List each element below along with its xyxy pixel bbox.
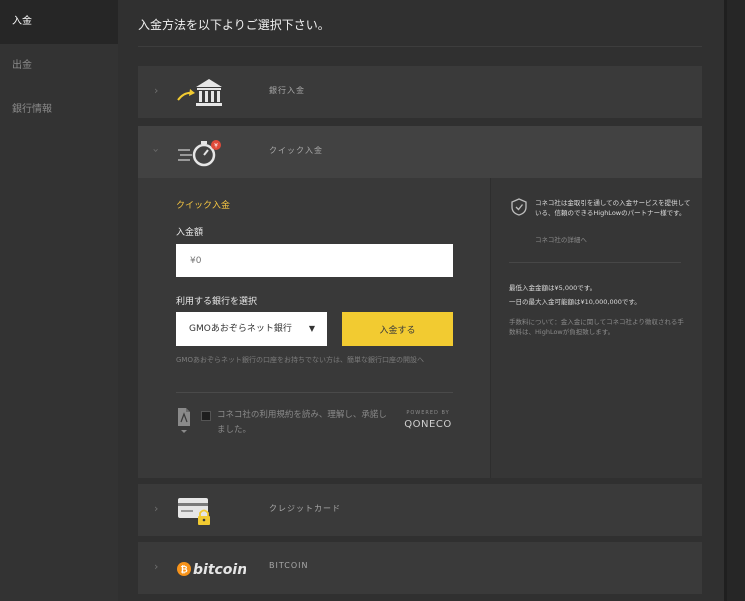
amount-label: 入金額 bbox=[176, 228, 204, 238]
chevron-right-icon: › bbox=[154, 84, 159, 97]
bank-select-dropdown[interactable]: GMOあおぞらネット銀行 ▼ bbox=[176, 312, 327, 346]
credit-card-lock-icon bbox=[178, 498, 210, 525]
title-divider bbox=[138, 46, 702, 47]
sidebar-item-bank-info[interactable]: 銀行情報 bbox=[0, 88, 118, 132]
bank-select-value: GMOあおぞらネット銀行 bbox=[189, 324, 292, 334]
sidebar: 入金 出金 銀行情報 bbox=[0, 0, 118, 601]
provider-details-link[interactable]: コネコ社の詳細へ bbox=[535, 234, 587, 244]
quick-deposit-timer-icon: ¥ bbox=[178, 140, 221, 167]
svg-text:₿: ₿ bbox=[180, 565, 187, 576]
page-title: 入金方法を以下よりご選択下さい。 bbox=[138, 18, 330, 32]
chevron-right-icon: › bbox=[154, 560, 159, 573]
powered-by-label: POWERED BY bbox=[406, 410, 450, 416]
quick-deposit-info: コネコ社は金取引を通しての入金サービスを提供している、信頼のできるHighLow… bbox=[490, 178, 702, 478]
main-content: 入金方法を以下よりご選択下さい。 › 銀行入金 › ¥ クイック入金 クイック入… bbox=[118, 0, 724, 601]
quick-deposit-form: クイック入金 入金額 利用する銀行を選択 GMOあおぞらネット銀行 ▼ 入金する… bbox=[138, 178, 490, 478]
open-account-link[interactable]: GMOあおぞらネット銀行の口座をお持ちでない方は、簡単な銀行口座の開設へ bbox=[176, 355, 424, 365]
deposit-button[interactable]: 入金する bbox=[342, 312, 453, 346]
bank-transfer-icon bbox=[177, 79, 222, 106]
method-row-quick[interactable]: › ¥ クイック入金 bbox=[138, 126, 702, 178]
caret-down-icon: ▼ bbox=[308, 324, 315, 333]
method-label-bitcoin: BITCOIN bbox=[269, 561, 309, 570]
method-label-quick: クイック入金 bbox=[269, 146, 323, 155]
terms-checkbox[interactable] bbox=[201, 411, 211, 421]
shield-check-icon bbox=[511, 198, 527, 216]
method-label-credit-card: クレジットカード bbox=[269, 504, 341, 513]
bitcoin-logo-text: bitcoin bbox=[193, 562, 246, 578]
bitcoin-logo: ₿ bitcoin bbox=[177, 562, 246, 578]
bank-select-label: 利用する銀行を選択 bbox=[176, 297, 258, 307]
sidebar-item-deposit[interactable]: 入金 bbox=[0, 0, 118, 44]
scrollbar-track[interactable] bbox=[724, 0, 727, 601]
provider-description: コネコ社は金取引を通しての入金サービスを提供している、信頼のできるHighLow… bbox=[535, 199, 691, 217]
chevron-right-icon: › bbox=[154, 502, 159, 515]
method-row-bank[interactable]: › 銀行入金 bbox=[138, 66, 702, 118]
sidebar-item-label: 入金 bbox=[12, 16, 32, 27]
chevron-down-icon: › bbox=[149, 148, 163, 153]
method-row-bitcoin[interactable]: › ₿ bitcoin BITCOIN bbox=[138, 542, 702, 594]
min-deposit-text: 最低入金金額は¥5,000です。 bbox=[509, 284, 597, 292]
right-gutter bbox=[724, 0, 745, 601]
sidebar-item-withdraw[interactable]: 出金 bbox=[0, 44, 118, 88]
terms-agreement-text[interactable]: コネコ社の利用規約を読み、理解し、承諾しました。 bbox=[217, 408, 387, 438]
svg-text:¥: ¥ bbox=[214, 143, 218, 150]
form-divider bbox=[176, 392, 453, 393]
provider-logo: POWERED BY QONECO bbox=[400, 410, 456, 430]
sidebar-item-label: 出金 bbox=[12, 60, 32, 71]
fee-note-text: 手数料について：金入金に関してコネコ社より徴収される手数料は、HighLowが負… bbox=[509, 318, 684, 336]
quick-deposit-heading: クイック入金 bbox=[176, 201, 231, 211]
pdf-document-icon[interactable] bbox=[178, 408, 190, 434]
info-divider bbox=[509, 262, 681, 263]
provider-name: QONECO bbox=[404, 419, 452, 430]
method-row-credit-card[interactable]: › クレジットカード bbox=[138, 484, 702, 536]
quick-deposit-panel: クイック入金 入金額 利用する銀行を選択 GMOあおぞらネット銀行 ▼ 入金する… bbox=[138, 178, 702, 478]
max-deposit-text: 一日の最大入金可能額は¥10,000,000です。 bbox=[509, 298, 641, 306]
amount-input[interactable] bbox=[176, 244, 453, 277]
sidebar-item-label: 銀行情報 bbox=[12, 104, 52, 115]
method-label-bank: 銀行入金 bbox=[269, 86, 305, 95]
